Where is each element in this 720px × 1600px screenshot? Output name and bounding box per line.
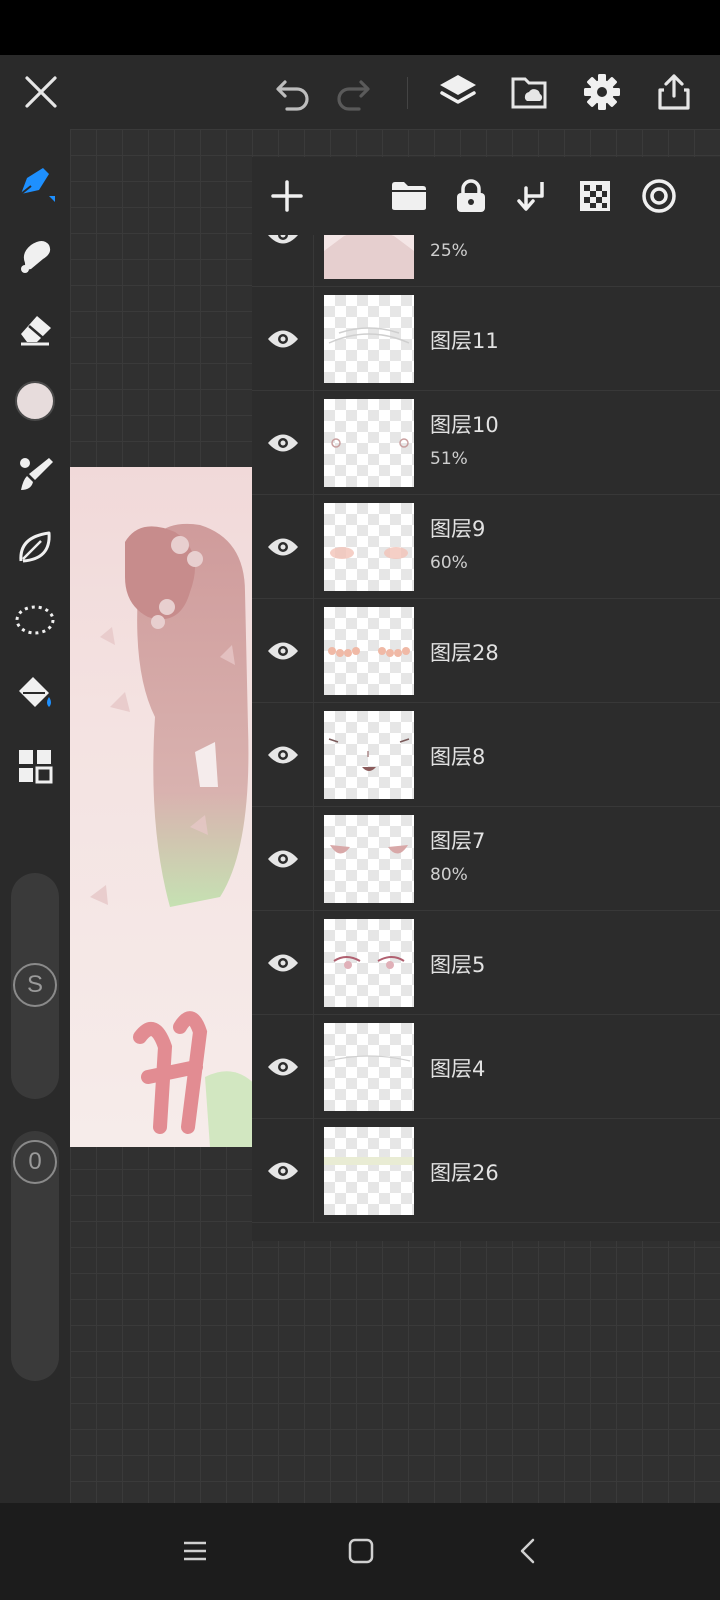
gear-icon[interactable] [577, 67, 627, 117]
layer-name: 图层7 [430, 829, 486, 853]
merge-down-icon[interactable] [508, 171, 558, 221]
brush-size-knob[interactable]: S [13, 963, 57, 1007]
layer-name: 图层4 [430, 1057, 486, 1081]
layer-row[interactable]: 图层26 [252, 1119, 720, 1223]
layer-row[interactable]: 图层4 [252, 1015, 720, 1119]
layer-opacity: 60% [430, 553, 468, 573]
color-swatch[interactable] [10, 376, 60, 426]
layer-row[interactable]: 图层5 [252, 911, 720, 1015]
visibility-toggle[interactable] [252, 1119, 314, 1223]
layer-thumbnail [324, 815, 414, 903]
layer-opacity: 25% [430, 241, 468, 261]
visibility-toggle[interactable] [252, 1015, 314, 1119]
layer-row[interactable]: 图层10 51% [252, 391, 720, 495]
visibility-toggle[interactable] [252, 495, 314, 599]
toolbar-divider [407, 77, 408, 109]
layer-name: 图层10 [430, 413, 499, 437]
home-icon[interactable] [339, 1529, 383, 1573]
material-grid-icon[interactable] [10, 741, 60, 791]
layer-name: 图层8 [430, 745, 486, 769]
menu-icon[interactable] [173, 1529, 217, 1573]
share-icon[interactable] [649, 67, 699, 117]
back-icon[interactable] [506, 1529, 550, 1573]
clipping-icon[interactable] [634, 171, 684, 221]
layer-row[interactable]: 图层28 [252, 599, 720, 703]
lock-icon[interactable] [446, 171, 496, 221]
layer-name: 图层9 [430, 517, 486, 541]
layer-thumbnail [324, 503, 414, 591]
add-layer-icon[interactable] [262, 171, 312, 221]
folder-cloud-icon[interactable] [505, 67, 555, 117]
left-toolbar: S 0 [0, 129, 70, 1503]
layer-name: 图层11 [430, 329, 499, 353]
close-icon[interactable] [16, 67, 66, 117]
layer-row[interactable]: 图层9 60% [252, 495, 720, 599]
leaf-shape-icon[interactable] [10, 522, 60, 572]
layer-panel-toolbar [252, 157, 720, 235]
visibility-toggle[interactable] [252, 287, 314, 391]
layer-row[interactable]: 25% [252, 235, 720, 287]
top-toolbar [0, 55, 720, 129]
brush-opacity-knob[interactable]: 0 [13, 1140, 57, 1184]
smudge-icon[interactable] [10, 230, 60, 280]
layer-name: 图层5 [430, 953, 486, 977]
transparency-icon[interactable] [570, 171, 620, 221]
layer-thumbnail [324, 711, 414, 799]
status-bar [0, 0, 720, 55]
layer-row[interactable]: 图层8 [252, 703, 720, 807]
layer-row[interactable]: 图层7 80% [252, 807, 720, 911]
layer-opacity: 80% [430, 865, 468, 885]
visibility-toggle[interactable] [252, 235, 314, 287]
layers-icon[interactable] [433, 67, 483, 117]
pen-icon[interactable] [10, 157, 60, 207]
lasso-icon[interactable] [10, 595, 60, 645]
layer-opacity: 51% [430, 449, 468, 469]
eraser-icon[interactable] [10, 303, 60, 353]
layer-thumbnail [324, 235, 414, 279]
visibility-toggle[interactable] [252, 911, 314, 1015]
layer-thumbnail [324, 1023, 414, 1111]
layer-thumbnail [324, 919, 414, 1007]
layer-panel: 25% 图层11 图层10 51% 图层9 60% 图层28 图层8 图层7 8… [252, 157, 720, 1241]
layer-row[interactable]: 图层11 [252, 287, 720, 391]
layer-name: 图层28 [430, 641, 499, 665]
layer-thumbnail [324, 399, 414, 487]
brush-settings-icon[interactable] [10, 449, 60, 499]
visibility-toggle[interactable] [252, 807, 314, 911]
layer-thumbnail [324, 295, 414, 383]
layer-list[interactable]: 25% 图层11 图层10 51% 图层9 60% 图层28 图层8 图层7 8… [252, 235, 720, 1241]
redo-icon[interactable] [328, 67, 378, 117]
layer-thumbnail [324, 1127, 414, 1215]
layer-thumbnail [324, 607, 414, 695]
visibility-toggle[interactable] [252, 391, 314, 495]
visibility-toggle[interactable] [252, 599, 314, 703]
visibility-toggle[interactable] [252, 703, 314, 807]
system-nav-bar [0, 1503, 720, 1600]
folder-icon[interactable] [384, 171, 434, 221]
fill-bucket-icon[interactable] [10, 668, 60, 718]
layer-name: 图层26 [430, 1161, 499, 1185]
undo-icon[interactable] [268, 67, 318, 117]
